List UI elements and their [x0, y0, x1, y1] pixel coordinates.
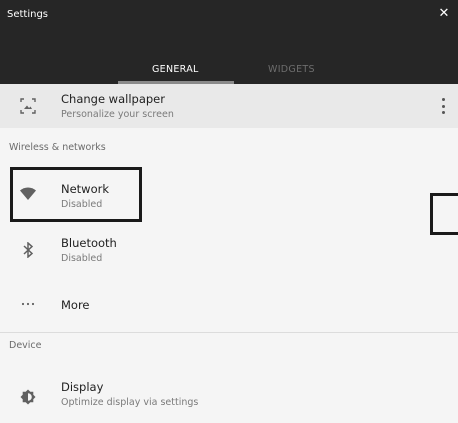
close-icon[interactable]: ✕ — [436, 6, 452, 22]
tab-widgets[interactable]: WIDGETS — [268, 64, 315, 75]
more-horiz-icon — [19, 295, 37, 313]
bluetooth-item[interactable]: Bluetooth Disabled — [0, 226, 458, 270]
item-title: Change wallpaper — [61, 92, 165, 106]
item-title: Display — [61, 380, 104, 394]
section-divider — [0, 332, 458, 333]
settings-content: Change wallpaper Personalize your screen… — [0, 84, 458, 423]
section-header-device: Device — [9, 340, 42, 351]
display-item[interactable]: Display Optimize display via settings — [0, 370, 458, 414]
change-wallpaper-item[interactable]: Change wallpaper Personalize your screen — [0, 84, 458, 128]
network-item[interactable]: Network Disabled — [0, 170, 458, 214]
item-subtitle: Personalize your screen — [61, 109, 174, 120]
item-title: Bluetooth — [61, 236, 117, 250]
item-title: More — [61, 298, 90, 312]
more-vert-icon[interactable] — [438, 98, 448, 114]
section-header-wireless: Wireless & networks — [9, 142, 106, 153]
bluetooth-icon — [19, 241, 37, 259]
more-item[interactable]: More — [0, 282, 458, 326]
tab-general[interactable]: GENERAL — [152, 64, 199, 75]
title-bar: Settings ✕ — [0, 0, 458, 30]
wallpaper-icon — [19, 97, 37, 115]
brightness-icon — [19, 388, 37, 406]
item-subtitle: Optimize display via settings — [61, 397, 199, 408]
item-subtitle: Disabled — [61, 253, 103, 264]
item-title: Network — [61, 182, 110, 196]
tab-bar: GENERAL WIDGETS — [0, 30, 458, 84]
item-subtitle: Disabled — [61, 199, 103, 210]
window-title: Settings — [7, 9, 49, 20]
wifi-icon — [19, 185, 37, 203]
